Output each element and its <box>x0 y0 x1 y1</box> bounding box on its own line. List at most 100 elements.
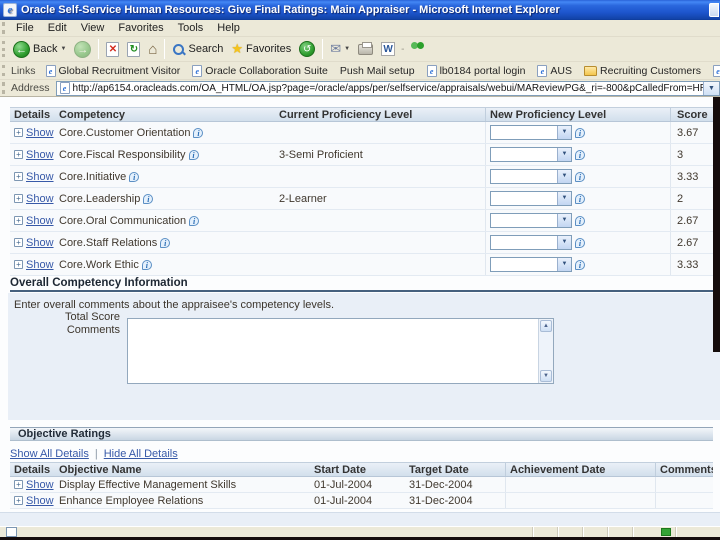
info-icon[interactable]: i <box>575 127 585 138</box>
mail-dropdown-icon[interactable]: ▼ <box>344 46 350 52</box>
refresh-button[interactable]: ↻ <box>123 38 144 60</box>
expand-icon[interactable]: + <box>14 260 23 269</box>
toolbar-grip[interactable] <box>2 40 5 58</box>
expand-icon[interactable]: + <box>14 128 23 137</box>
home-button[interactable]: ⌂ <box>144 38 161 60</box>
stop-button[interactable]: ✕ <box>102 38 123 60</box>
address-input[interactable]: e http://ap6154.oracleads.com/OA_HTML/OA… <box>55 80 720 96</box>
back-button[interactable]: ← Back ▼ <box>9 38 70 60</box>
back-dropdown-icon[interactable]: ▼ <box>60 46 66 52</box>
menu-tools[interactable]: Tools <box>171 22 211 34</box>
info-icon[interactable]: i <box>575 171 585 182</box>
combo-arrow-icon[interactable]: ▼ <box>557 170 571 183</box>
expand-icon[interactable]: + <box>14 172 23 181</box>
toolbar-grip[interactable] <box>2 22 5 34</box>
menu-edit[interactable]: Edit <box>41 22 74 34</box>
new-proficiency-select[interactable]: ▼ <box>490 147 572 162</box>
achievement-date-value <box>505 477 655 492</box>
info-icon[interactable]: i <box>575 237 585 248</box>
expand-icon[interactable]: + <box>14 150 23 159</box>
ie-page-icon: e <box>59 82 70 94</box>
info-icon[interactable]: i <box>189 215 200 226</box>
link-global-recruitment-visitor[interactable]: e Global Recruitment Visitor <box>40 64 187 77</box>
expand-icon[interactable]: + <box>14 238 23 247</box>
link-aus[interactable]: e AUS <box>531 64 578 77</box>
combo-arrow-icon[interactable]: ▼ <box>557 148 571 161</box>
combo-arrow-icon[interactable]: ▼ <box>557 126 571 139</box>
link-recruiting-customers[interactable]: Recruiting Customers <box>578 65 707 77</box>
favorites-star-icon: ★ <box>231 41 243 56</box>
menu-view[interactable]: View <box>74 22 112 34</box>
combo-arrow-icon[interactable]: ▼ <box>557 258 571 271</box>
textarea-scrollbar[interactable]: ▲ ▼ <box>538 319 553 383</box>
print-button[interactable] <box>354 38 377 60</box>
toolbar-grip[interactable] <box>2 82 5 94</box>
score-value: 2 <box>670 188 713 209</box>
scroll-down-icon[interactable]: ▼ <box>540 370 552 382</box>
status-pane <box>557 527 582 537</box>
show-details-link[interactable]: Show <box>26 193 54 205</box>
hide-all-details-link[interactable]: Hide All Details <box>104 448 178 460</box>
col-achievement-date: Achievement Date <box>505 463 655 476</box>
show-details-link[interactable]: Show <box>26 127 54 139</box>
new-proficiency-select[interactable]: ▼ <box>490 257 572 272</box>
toolbar-grip[interactable] <box>2 64 5 77</box>
info-icon[interactable]: i <box>575 193 585 204</box>
expand-icon[interactable]: + <box>14 480 23 489</box>
combo-arrow-icon[interactable]: ▼ <box>557 192 571 205</box>
info-icon[interactable]: i <box>575 215 585 226</box>
expand-icon[interactable]: + <box>14 194 23 203</box>
favorites-button[interactable]: ★ Favorites <box>227 38 295 60</box>
page-footer-band <box>0 512 720 526</box>
info-icon[interactable]: i <box>129 171 140 182</box>
show-details-link[interactable]: Show <box>26 149 54 161</box>
info-icon[interactable]: i <box>143 193 154 204</box>
info-icon[interactable]: i <box>575 149 585 160</box>
expand-icon[interactable]: + <box>14 216 23 225</box>
show-details-link[interactable]: Show <box>26 259 54 271</box>
combo-arrow-icon[interactable]: ▼ <box>557 214 571 227</box>
combo-arrow-icon[interactable]: ▼ <box>557 236 571 249</box>
search-button[interactable]: Search <box>168 38 227 60</box>
scroll-up-icon[interactable]: ▲ <box>540 320 552 332</box>
menu-favorites[interactable]: Favorites <box>111 22 170 34</box>
show-details-link[interactable]: Show <box>26 171 54 183</box>
new-proficiency-select[interactable]: ▼ <box>490 213 572 228</box>
new-proficiency-select[interactable]: ▼ <box>490 169 572 184</box>
link-portal-login[interactable]: e lb0184 portal login <box>421 64 532 77</box>
info-icon[interactable]: i <box>193 127 204 138</box>
new-proficiency-select[interactable]: ▼ <box>490 235 572 250</box>
show-details-link[interactable]: Show <box>26 215 54 227</box>
history-button[interactable]: ↺ <box>295 38 319 60</box>
window-control-button[interactable] <box>709 3 719 17</box>
mail-button[interactable]: ✉ ▼ <box>326 38 354 60</box>
show-details-link[interactable]: Show <box>26 479 54 491</box>
show-all-details-link[interactable]: Show All Details <box>10 448 89 460</box>
link-push-mail-setup[interactable]: Push Mail setup <box>334 65 421 77</box>
info-icon[interactable]: i <box>188 149 199 160</box>
current-level-value: 3-Semi Proficient <box>279 148 363 161</box>
info-icon[interactable]: i <box>141 259 152 270</box>
back-label: Back <box>33 43 58 55</box>
info-icon[interactable]: i <box>160 237 171 248</box>
info-icon[interactable]: i <box>575 259 585 270</box>
ie-page-icon: e <box>426 64 437 77</box>
menu-file[interactable]: File <box>9 22 41 34</box>
mail-icon: ✉ <box>330 41 342 56</box>
address-dropdown-icon[interactable]: ▼ <box>703 81 719 95</box>
objective-row: + Show Enhance Employee Relations 01-Jul-… <box>10 493 713 509</box>
show-details-link[interactable]: Show <box>26 237 54 249</box>
menu-help[interactable]: Help <box>210 22 247 34</box>
new-proficiency-select[interactable]: ▼ <box>490 125 572 140</box>
comments-textarea[interactable]: ▲ ▼ <box>127 318 554 384</box>
show-details-link[interactable]: Show <box>26 495 54 507</box>
link-oracle-collaboration-suite[interactable]: e Oracle Collaboration Suite <box>186 64 334 77</box>
edit-with-word-button[interactable]: W <box>377 38 399 60</box>
col-competency: Competency <box>59 108 126 121</box>
new-proficiency-select[interactable]: ▼ <box>490 191 572 206</box>
forward-button[interactable]: → <box>70 38 95 60</box>
expand-icon[interactable]: + <box>14 496 23 505</box>
link-learning-home[interactable]: e learning Home <box>707 64 720 77</box>
link-separator: | <box>94 448 98 460</box>
messenger-button[interactable] <box>406 38 431 60</box>
